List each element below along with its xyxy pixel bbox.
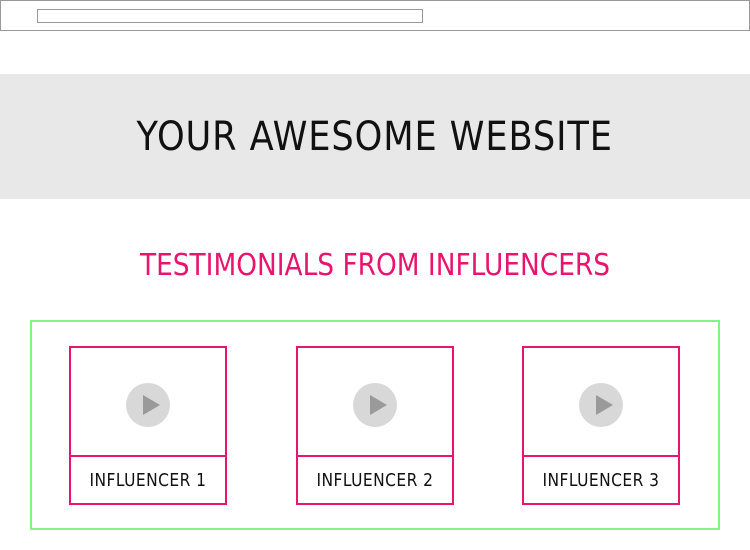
site-title: YOUR AWESOME WEBSITE [136, 113, 614, 160]
site-header: YOUR AWESOME WEBSITE [0, 74, 750, 199]
testimonial-card: INFLUENCER 1 [69, 346, 227, 505]
browser-bar [0, 0, 750, 31]
play-button[interactable] [579, 383, 623, 427]
influencer-name: INFLUENCER 1 [89, 469, 207, 491]
testimonials-title: TESTIMONIALS FROM INFLUENCERS [139, 248, 611, 283]
video-thumbnail[interactable] [524, 348, 678, 457]
address-bar[interactable] [37, 9, 423, 23]
influencer-name: INFLUENCER 3 [542, 469, 660, 491]
influencer-label: INFLUENCER 1 [71, 457, 225, 503]
play-button[interactable] [126, 383, 170, 427]
play-button[interactable] [353, 383, 397, 427]
testimonial-card: INFLUENCER 2 [296, 346, 454, 505]
video-thumbnail[interactable] [71, 348, 225, 457]
play-icon [370, 395, 387, 415]
influencer-name: INFLUENCER 2 [316, 469, 434, 491]
video-thumbnail[interactable] [298, 348, 452, 457]
play-icon [596, 395, 613, 415]
play-icon [143, 395, 160, 415]
influencer-label: INFLUENCER 2 [298, 457, 452, 503]
influencer-label: INFLUENCER 3 [524, 457, 678, 503]
testimonial-card: INFLUENCER 3 [522, 346, 680, 505]
